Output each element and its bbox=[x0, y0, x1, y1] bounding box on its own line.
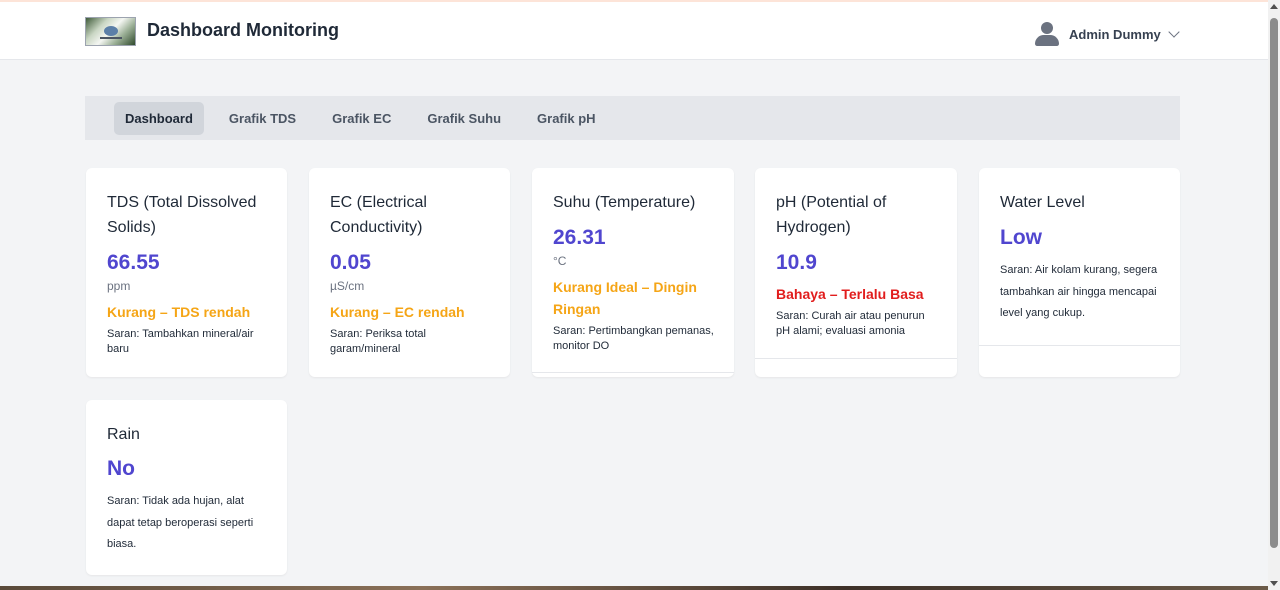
card-value: 10.9 bbox=[776, 251, 817, 274]
ph-card: pH (Potential of Hydrogen) 10.9 Bahaya –… bbox=[755, 168, 957, 377]
tab-dashboard[interactable]: Dashboard bbox=[114, 101, 204, 135]
tab-grafik-ph[interactable]: Grafik pH bbox=[526, 102, 607, 135]
app-header: Dashboard Monitoring Admin Dummy bbox=[0, 2, 1268, 60]
ec-card: EC (Electrical Conductivity) 0.05 µS/cm … bbox=[309, 168, 510, 377]
nav-tabs: Dashboard Grafik TDS Grafik EC Grafik Su… bbox=[85, 96, 1180, 140]
scroll-thumb[interactable] bbox=[1270, 18, 1278, 548]
card-title: Rain bbox=[107, 426, 140, 443]
card-value: Low bbox=[1000, 226, 1042, 249]
card-value: 0.05 bbox=[330, 251, 371, 274]
status-text: Kurang Ideal – Dingin Ringan bbox=[553, 279, 697, 317]
vertical-scrollbar[interactable] bbox=[1268, 0, 1280, 590]
status-text: Kurang – EC rendah bbox=[330, 304, 465, 320]
chevron-down-icon[interactable] bbox=[1168, 25, 1180, 38]
card-title: EC (Electrical Conductivity) bbox=[330, 194, 427, 236]
tab-grafik-ec[interactable]: Grafik EC bbox=[321, 102, 402, 135]
user-name: Admin Dummy bbox=[1069, 26, 1161, 42]
tds-card: TDS (Total Dissolved Solids) 66.55 ppm K… bbox=[86, 168, 287, 377]
tab-grafik-tds[interactable]: Grafik TDS bbox=[218, 102, 307, 135]
advice-text: Saran: Periksa total garam/mineral bbox=[330, 328, 426, 355]
card-value: No bbox=[107, 457, 135, 480]
status-text: Kurang – TDS rendah bbox=[107, 304, 251, 320]
rain-card: Rain No Saran: Tidak ada hujan, alat dap… bbox=[86, 400, 287, 575]
card-title: Suhu (Temperature) bbox=[553, 194, 696, 211]
app-logo[interactable] bbox=[85, 17, 136, 46]
advice-text: Saran: Curah air atau penurun pH alami; … bbox=[776, 310, 925, 337]
water-level-card: Water Level Low Saran: Air kolam kurang,… bbox=[979, 168, 1180, 377]
user-avatar-icon bbox=[1034, 22, 1060, 46]
scroll-down-arrow-icon[interactable] bbox=[1270, 581, 1278, 586]
logo-mark bbox=[104, 26, 118, 36]
advice-text: Saran: Air kolam kurang, segera tambahka… bbox=[1000, 264, 1158, 319]
card-value: 66.55 bbox=[107, 251, 160, 274]
logo-text-line bbox=[100, 37, 122, 39]
advice-text: Saran: Pertimbangkan pemanas, monitor DO bbox=[553, 325, 714, 352]
card-unit: µS/cm bbox=[330, 279, 365, 293]
advice-text: Saran: Tidak ada hujan, alat dapat tetap… bbox=[107, 495, 254, 550]
card-divider bbox=[979, 345, 1180, 346]
advice-text: Saran: Tambahkan mineral/air baru bbox=[107, 328, 254, 355]
card-title: pH (Potential of Hydrogen) bbox=[776, 194, 887, 236]
page-title: Dashboard Monitoring bbox=[147, 20, 339, 40]
card-title: TDS (Total Dissolved Solids) bbox=[107, 194, 257, 236]
card-divider bbox=[755, 358, 957, 359]
card-unit: ppm bbox=[107, 279, 131, 293]
card-title: Water Level bbox=[1000, 194, 1085, 211]
scroll-up-arrow-icon[interactable] bbox=[1270, 4, 1278, 9]
card-unit: °C bbox=[553, 254, 567, 268]
card-divider bbox=[532, 372, 734, 373]
card-value: 26.31 bbox=[553, 226, 606, 249]
bottom-edge-strip bbox=[0, 586, 1268, 590]
tab-grafik-suhu[interactable]: Grafik Suhu bbox=[416, 102, 512, 135]
user-menu[interactable]: Admin Dummy bbox=[1034, 22, 1180, 46]
status-text: Bahaya – Terlalu Basa bbox=[776, 286, 924, 302]
suhu-card: Suhu (Temperature) 26.31 °C Kurang Ideal… bbox=[532, 168, 734, 377]
